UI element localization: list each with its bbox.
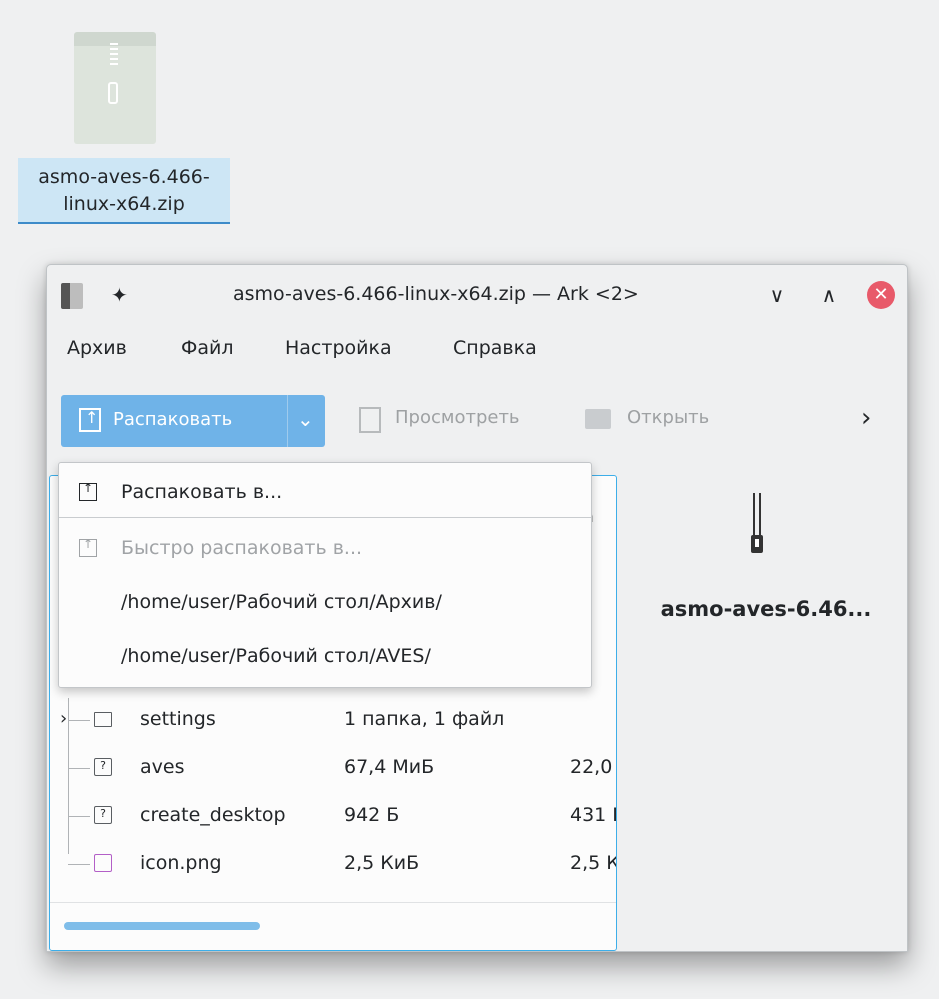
folder-icon	[94, 712, 112, 727]
file-compressed-size: 431 Б	[570, 804, 616, 826]
file-size: 1 папка, 1 файл	[344, 708, 505, 730]
extract-split-button: Распаковать ⌄	[61, 395, 325, 447]
file-name: create_desktop	[140, 804, 286, 826]
menu-item-label: Распаковать в...	[121, 481, 283, 503]
window-title: asmo-aves-6.466-linux-x64.zip — Ark <2>	[233, 283, 639, 305]
zip-archive-icon	[74, 32, 156, 144]
desktop-label-line2: linux-x64.zip	[63, 193, 185, 215]
chevron-right-icon[interactable]: ›	[60, 708, 67, 729]
horizontal-scrollbar[interactable]	[64, 922, 260, 930]
chevron-down-icon[interactable]: ⌄	[297, 407, 314, 431]
file-name: aves	[140, 756, 185, 778]
menu-settings[interactable]: Настройка	[285, 337, 392, 359]
pin-icon[interactable]: ✦	[111, 283, 128, 307]
menu-item-label: Быстро распаковать в...	[121, 537, 363, 559]
menu-item-extract-to[interactable]: Распаковать в...	[59, 469, 591, 517]
menu-item-quick-extract: Быстро распаковать в...	[59, 525, 591, 573]
desktop-label-line1: asmo-aves-6.466-	[38, 166, 210, 188]
menu-archive[interactable]: Архив	[67, 337, 127, 359]
menu-help[interactable]: Справка	[453, 337, 537, 359]
desktop-file-label: asmo-aves-6.466- linux-x64.zip	[18, 158, 230, 224]
info-archive-name: asmo-aves-6.46...	[660, 597, 872, 621]
extract-button[interactable]: Распаковать	[61, 395, 287, 447]
file-size: 2,5 КиБ	[344, 852, 420, 874]
open-button[interactable]: Открыть	[627, 407, 709, 428]
file-name: settings	[140, 708, 216, 730]
list-item[interactable]: ? create_desktop 942 Б 431 Б	[50, 794, 616, 838]
close-button[interactable]: ✕	[867, 281, 895, 309]
extract-icon	[79, 408, 101, 432]
file-size: 67,4 МиБ	[344, 756, 435, 778]
file-compressed-size: 2,5 К	[570, 852, 616, 874]
folder-open-icon	[585, 409, 611, 429]
chevron-right-icon[interactable]: ›	[861, 403, 871, 433]
preview-button[interactable]: Просмотреть	[395, 407, 520, 428]
titlebar[interactable]: ✦ asmo-aves-6.466-linux-x64.zip — Ark <2…	[47, 265, 907, 325]
zip-archive-icon	[747, 493, 767, 555]
minimize-button[interactable]: ∨	[763, 281, 791, 309]
menu-item-path-archive[interactable]: /home/user/Рабочий стол/Архив/	[59, 579, 591, 627]
extract-icon	[79, 537, 97, 557]
preview-icon	[359, 407, 381, 433]
menu-item-path-aves[interactable]: /home/user/Рабочий стол/AVES/	[59, 633, 591, 681]
image-file-icon	[94, 854, 112, 872]
maximize-button[interactable]: ∧	[815, 281, 843, 309]
file-size: 942 Б	[344, 804, 400, 826]
list-item[interactable]: icon.png 2,5 КиБ 2,5 К	[50, 842, 616, 886]
file-name: icon.png	[140, 852, 222, 874]
menu-item-label: /home/user/Рабочий стол/AVES/	[121, 645, 431, 667]
extract-label: Распаковать	[113, 409, 233, 430]
toolbar: Распаковать ⌄ Просмотреть Открыть ›	[47, 393, 907, 449]
list-item[interactable]: ? aves 67,4 МиБ 22,0	[50, 746, 616, 790]
menu-item-label: /home/user/Рабочий стол/Архив/	[121, 591, 442, 613]
file-compressed-size: 22,0	[570, 756, 613, 778]
ark-app-icon[interactable]	[61, 283, 83, 309]
extract-dropdown-menu: Распаковать в... Быстро распаковать в...…	[58, 462, 592, 688]
binary-file-icon: ?	[94, 806, 112, 824]
extract-icon	[79, 481, 97, 501]
binary-file-icon: ?	[94, 758, 112, 776]
menu-file[interactable]: Файл	[181, 337, 234, 359]
list-item[interactable]: › settings 1 папка, 1 файл	[50, 698, 616, 742]
